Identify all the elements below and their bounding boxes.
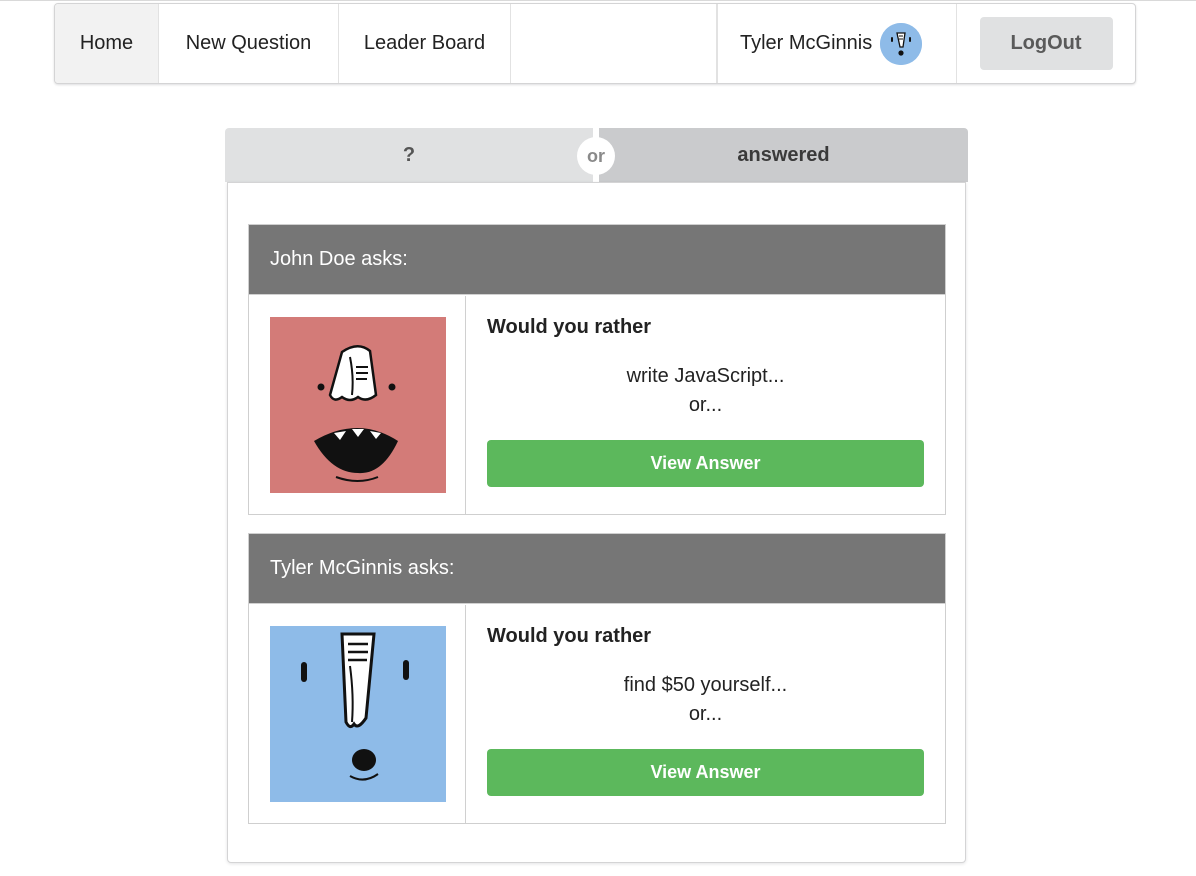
- nav-leader-board[interactable]: Leader Board: [339, 4, 511, 83]
- view-answer-button[interactable]: View Answer: [487, 440, 924, 487]
- nav-spacer: [511, 4, 717, 83]
- logout-button[interactable]: LogOut: [979, 17, 1113, 70]
- card-content: Would you rather find $50 yourself... or…: [466, 605, 945, 823]
- nav-new-question[interactable]: New Question: [159, 4, 339, 83]
- card-header: John Doe asks:: [249, 225, 945, 295]
- question-title: Would you rather: [487, 625, 652, 647]
- monster-face-icon: [270, 626, 446, 802]
- nav-logout-area: LogOut: [957, 4, 1135, 83]
- or-text: or...: [688, 394, 723, 416]
- nav-home-label: Home: [79, 32, 134, 54]
- question-title: Would you rather: [487, 316, 652, 338]
- author-avatar: [270, 626, 446, 802]
- nav-new-question-label: New Question: [185, 32, 312, 54]
- question-card: John Doe asks: Would you rather write Ja…: [248, 224, 946, 515]
- top-nav: Home New Question Leader Board Tyler McG…: [54, 3, 1136, 84]
- card-avatar-column: [249, 296, 466, 514]
- nav-leader-board-label: Leader Board: [363, 32, 486, 54]
- card-header: Tyler McGinnis asks:: [249, 534, 945, 604]
- questions-container: John Doe asks: Would you rather write Ja…: [227, 182, 966, 863]
- monster-face-icon: [270, 317, 446, 493]
- tab-unanswered[interactable]: ?: [225, 128, 593, 182]
- card-avatar-column: [249, 605, 466, 823]
- user-name: Tyler McGinnis: [740, 32, 873, 54]
- card-content: Would you rather write JavaScript... or.…: [466, 296, 945, 514]
- nav-user: Tyler McGinnis: [717, 4, 957, 83]
- or-text: or...: [688, 703, 723, 725]
- option-preview: find $50 yourself...: [623, 674, 788, 696]
- top-border: [0, 0, 1196, 1]
- nav-home[interactable]: Home: [55, 4, 159, 83]
- view-answer-button[interactable]: View Answer: [487, 749, 924, 796]
- option-preview: write JavaScript...: [626, 365, 785, 387]
- question-card: Tyler McGinnis asks: Would you rather fi…: [248, 533, 946, 824]
- question-tabs: ? answered or: [225, 128, 968, 182]
- tab-answered[interactable]: answered: [599, 128, 968, 182]
- author-avatar: [270, 317, 446, 493]
- user-avatar: [880, 22, 923, 65]
- face-avatar-icon: [880, 22, 923, 65]
- or-divider: or: [577, 137, 615, 175]
